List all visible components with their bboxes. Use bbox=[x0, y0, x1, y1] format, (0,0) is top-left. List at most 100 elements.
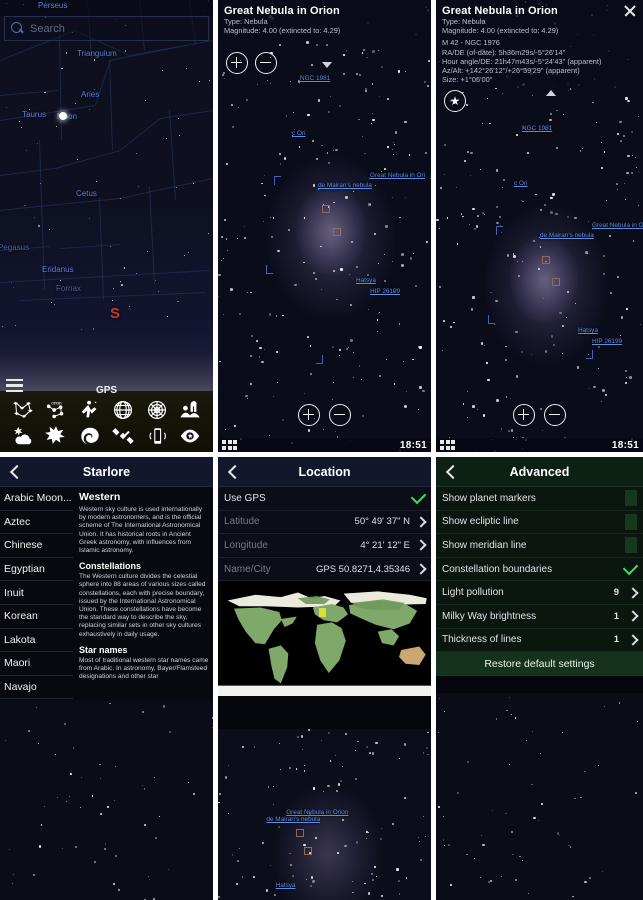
nebula-core-glow bbox=[510, 235, 578, 323]
object-size-line: Size: +1°06'00" bbox=[442, 75, 493, 85]
clock-label[interactable]: 18:51 bbox=[612, 440, 639, 451]
chevron-right-icon[interactable] bbox=[415, 516, 427, 528]
settings-row-label: Show planet markers bbox=[442, 492, 536, 504]
constellation-label: Eridanus bbox=[42, 265, 74, 274]
page-title: Location bbox=[298, 464, 351, 479]
sky-object-label[interactable]: de Mairan's nebula bbox=[540, 232, 594, 239]
settings-row-label: Show ecliptic line bbox=[442, 516, 519, 528]
settings-row-label: Thickness of lines bbox=[442, 634, 522, 646]
sky-object-label[interactable]: HIP 26199 bbox=[592, 338, 622, 345]
sky-culture-item[interactable]: Korean bbox=[0, 605, 73, 629]
settings-row[interactable]: Light pollution 9 bbox=[436, 581, 643, 605]
sky-object-label[interactable]: Great Nebula in Orion bbox=[286, 809, 348, 816]
chevron-right-icon[interactable] bbox=[627, 610, 639, 622]
constellation-art-icon[interactable] bbox=[77, 398, 103, 422]
sky-object-label[interactable]: de Mairan's nebula bbox=[266, 816, 320, 823]
sky-object-label[interactable]: c Ori bbox=[514, 180, 528, 187]
sky-canvas-preview[interactable]: Great Nebula in Orion de Mairan's nebula H… bbox=[218, 729, 431, 900]
zoom-out-button-bottom[interactable] bbox=[544, 404, 566, 426]
zoom-out-button[interactable] bbox=[255, 52, 277, 74]
sky-culture-item[interactable]: Arabic Moon... bbox=[0, 487, 73, 511]
equatorial-grid-icon[interactable] bbox=[110, 398, 136, 422]
toggle-switch[interactable] bbox=[625, 513, 637, 530]
object-type-line: Type: Nebula bbox=[442, 17, 486, 26]
chevron-right-icon[interactable] bbox=[415, 563, 427, 575]
search-icon bbox=[11, 22, 24, 35]
sky-culture-item[interactable]: Aztec bbox=[0, 511, 73, 535]
constellation-lines-icon[interactable] bbox=[10, 398, 36, 422]
sky-object-label[interactable]: c Ori bbox=[292, 130, 306, 137]
sky-culture-item[interactable]: Egyptian bbox=[0, 558, 73, 582]
constellation-label: Fornax bbox=[56, 284, 81, 293]
sensor-device-icon[interactable] bbox=[144, 424, 170, 448]
satellite-icon[interactable] bbox=[110, 424, 136, 448]
sky-object-label[interactable]: Great Nebula in Ori bbox=[592, 222, 643, 229]
sky-culture-item[interactable]: Inuit bbox=[0, 581, 73, 605]
sky-object-label[interactable]: HIP 26199 bbox=[370, 288, 400, 295]
checkmark-icon[interactable] bbox=[622, 559, 639, 576]
restore-defaults-button[interactable]: Restore default settings bbox=[436, 652, 643, 677]
zoom-in-button[interactable] bbox=[226, 52, 248, 74]
settings-row[interactable]: Name/City GPS 50.8271,4.35346 bbox=[218, 557, 431, 582]
sky-object-label[interactable]: Hatsya bbox=[578, 327, 598, 334]
sky-culture-item[interactable]: Navajo bbox=[0, 676, 73, 700]
settings-row[interactable]: Milky Way brightness 1 bbox=[436, 604, 643, 629]
sky-object-label[interactable]: NGC 1981 bbox=[522, 125, 552, 132]
zoom-in-button-bottom[interactable] bbox=[513, 404, 535, 426]
location-marker bbox=[319, 607, 327, 617]
chevron-right-icon[interactable] bbox=[415, 539, 427, 552]
settings-row-value: 1 bbox=[613, 610, 619, 622]
object-hourangle-line: Hour angle/DE: 21h47m43s/-5°24'43" (appa… bbox=[442, 56, 602, 66]
moon-disc[interactable] bbox=[59, 112, 67, 120]
settings-row[interactable]: Use GPS bbox=[218, 487, 431, 511]
settings-row[interactable]: Constellation boundaries bbox=[436, 557, 643, 582]
settings-row-value: 50° 49' 37" N bbox=[354, 516, 410, 528]
search-bar[interactable]: Search bbox=[4, 16, 209, 41]
night-mode-eye-icon[interactable] bbox=[177, 424, 203, 448]
close-icon[interactable] bbox=[623, 4, 637, 18]
zoom-out-button-bottom[interactable] bbox=[329, 404, 351, 426]
settings-row[interactable]: Show planet markers bbox=[436, 487, 643, 511]
azimuthal-grid-icon[interactable] bbox=[144, 398, 170, 422]
settings-row[interactable]: Show ecliptic line bbox=[436, 510, 643, 535]
sky-object-label[interactable]: de Mairan's nebula bbox=[318, 182, 372, 189]
sky-object-label[interactable]: NGC 1981 bbox=[300, 75, 330, 82]
grid-view-icon[interactable] bbox=[222, 440, 237, 450]
galaxy-spiral-icon[interactable] bbox=[77, 424, 103, 448]
sky-canvas-preview[interactable] bbox=[0, 700, 213, 900]
search-input[interactable]: Search bbox=[30, 23, 65, 35]
sky-object-label[interactable]: Hatsya bbox=[356, 277, 376, 284]
star-icon[interactable]: ★ bbox=[444, 90, 466, 112]
atmosphere-cloud-icon[interactable] bbox=[10, 424, 36, 448]
sky-culture-item[interactable]: Chinese bbox=[0, 534, 73, 558]
panel-starlore: Starlore Arabic Moon... Aztec Chinese Egypt… bbox=[0, 457, 213, 900]
settings-row[interactable]: Thickness of lines 1 bbox=[436, 628, 643, 653]
sky-culture-item[interactable]: Lakota bbox=[0, 629, 73, 653]
world-map[interactable] bbox=[218, 581, 431, 697]
zoom-in-button-bottom[interactable] bbox=[298, 404, 320, 426]
sky-canvas-preview[interactable] bbox=[436, 693, 643, 900]
constellation-label: Perseus bbox=[38, 1, 68, 10]
settings-row[interactable]: Show meridian line bbox=[436, 534, 643, 558]
toggle-switch[interactable] bbox=[625, 490, 637, 507]
sky-object-label[interactable]: Great Nebula in Ori bbox=[370, 172, 425, 179]
chevron-right-icon[interactable] bbox=[627, 634, 639, 646]
grid-view-icon[interactable] bbox=[440, 440, 455, 450]
chevron-right-icon[interactable] bbox=[627, 587, 639, 599]
checkmark-icon[interactable] bbox=[410, 489, 427, 505]
settings-row[interactable]: Latitude 50° 49' 37" N bbox=[218, 510, 431, 535]
zoom-controls-top bbox=[226, 52, 277, 74]
deep-sky-starburst-icon[interactable] bbox=[43, 424, 69, 448]
screenshot-collage: Perseus Triangulum Aries Taurus Moon Cetus Eri… bbox=[0, 0, 643, 900]
settings-row[interactable]: Longitude 4° 21' 12" E bbox=[218, 534, 431, 558]
page-title: Starlore bbox=[82, 464, 131, 479]
culture-heading: Western bbox=[79, 491, 121, 503]
landscape-icon[interactable] bbox=[177, 398, 203, 422]
object-marker bbox=[322, 205, 330, 213]
sky-object-label[interactable]: Hatsya bbox=[276, 882, 296, 889]
sky-culture-item[interactable]: Maori bbox=[0, 652, 73, 676]
toggle-switch[interactable] bbox=[625, 537, 637, 554]
settings-row-label: Constellation boundaries bbox=[442, 563, 553, 575]
clock-label[interactable]: 18:51 bbox=[400, 440, 427, 451]
constellation-labels-icon[interactable]: orion bbox=[43, 398, 69, 422]
